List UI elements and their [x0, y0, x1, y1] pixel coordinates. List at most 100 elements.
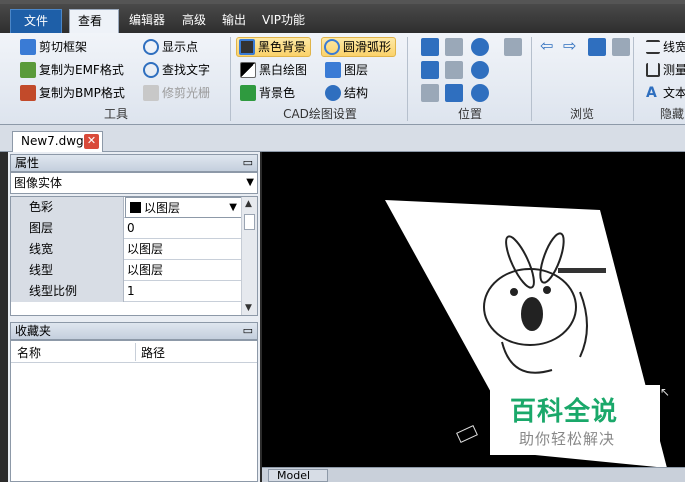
black-background-icon: [239, 39, 255, 55]
title-bar-strip: [0, 0, 685, 4]
3d-orbit-icon[interactable]: [421, 84, 439, 102]
hide-group: 线宽 测量 A 文本 隐藏: [634, 33, 685, 125]
scissors-icon: [20, 39, 36, 55]
zoom-window-icon[interactable]: [445, 38, 463, 56]
layers-label: 图层: [344, 63, 369, 77]
copy-bmp-label: 复制为BMP格式: [39, 86, 125, 100]
find-text-button[interactable]: 查找文字: [143, 60, 210, 80]
property-value: 以图层: [127, 242, 164, 256]
document-tab[interactable]: New7.dwg ✕: [12, 131, 103, 152]
show-point-button[interactable]: 显示点: [143, 37, 198, 57]
pin-icon[interactable]: ▭: [243, 155, 253, 171]
trim-icon: [143, 85, 159, 101]
entity-type-select[interactable]: 图像实体 ▼: [10, 172, 258, 194]
watermark-brand: 百科全说: [510, 397, 619, 427]
zoom-extents-icon[interactable]: [421, 61, 439, 79]
property-row-color[interactable]: 色彩 以图层 ▼: [11, 197, 242, 218]
refresh-view-icon[interactable]: [445, 84, 463, 102]
ribbon-separator: [230, 37, 231, 121]
tab-advanced[interactable]: 高级: [174, 9, 214, 33]
property-row-layer[interactable]: 图层 0: [11, 218, 242, 239]
zoom-in-icon[interactable]: [471, 38, 489, 56]
copy-bmp-button[interactable]: 复制为BMP格式: [20, 83, 125, 103]
chevron-down-icon: ▼: [246, 177, 254, 188]
structure-label: 结构: [344, 86, 369, 100]
scroll-thumb[interactable]: [244, 214, 255, 230]
text-button[interactable]: A 文本: [646, 83, 685, 103]
tab-output[interactable]: 输出: [214, 9, 254, 33]
arrow-left-icon[interactable]: ⇦: [540, 37, 553, 55]
column-header-path[interactable]: 路径: [141, 344, 165, 361]
properties-title: 属性: [15, 156, 40, 170]
browse-disabled-icon[interactable]: [612, 38, 630, 56]
scroll-up-icon[interactable]: ▲: [245, 199, 252, 209]
bw-drawing-button[interactable]: 黑白绘图: [240, 60, 307, 80]
copy-emf-button[interactable]: 复制为EMF格式: [20, 60, 124, 80]
property-row-linetype-scale[interactable]: 线型比例 1: [11, 281, 242, 302]
pan-hand-icon[interactable]: [504, 38, 522, 56]
bw-drawing-label: 黑白绘图: [259, 63, 308, 77]
position-group: 位置: [408, 33, 532, 125]
text-a-icon: A: [646, 85, 657, 101]
zoom-out-icon[interactable]: [471, 61, 489, 79]
pin-icon[interactable]: ▭: [243, 323, 253, 339]
cube-marker: [456, 425, 478, 443]
structure-icon: [325, 85, 341, 101]
property-row-linewidth[interactable]: 线宽 以图层: [11, 239, 242, 260]
cad-viewer-window: 文件 查看器 编辑器 高级 输出 VIP功能 剪切框架 复制为EMF格式 复制为…: [0, 0, 685, 482]
find-text-label: 查找文字: [162, 63, 211, 77]
column-divider[interactable]: [135, 343, 136, 361]
linewidth-button[interactable]: 线宽: [646, 37, 685, 57]
browse-group: ⇦ ⇨ 浏览: [532, 33, 632, 125]
property-key: 色彩: [11, 197, 124, 218]
properties-scrollbar[interactable]: ▲ ▼: [241, 197, 257, 315]
tab-viewer[interactable]: 查看器: [69, 9, 119, 50]
close-icon[interactable]: ✕: [84, 134, 99, 149]
property-key: 线型比例: [11, 281, 124, 302]
measure-button[interactable]: 测量: [646, 60, 685, 80]
emf-icon: [20, 62, 36, 78]
layers-icon: [325, 62, 341, 78]
cad-settings-group: 黑色背景 圆滑弧形 黑白绘图 图层 背景色 结构 CAD绘图设置: [232, 33, 408, 125]
model-layout-tab[interactable]: Model: [268, 469, 328, 482]
cut-frame-label: 剪切框架: [39, 40, 88, 54]
black-background-button[interactable]: 黑色背景: [236, 37, 312, 57]
tab-file[interactable]: 文件: [10, 9, 62, 33]
column-header-name[interactable]: 名称: [17, 344, 41, 361]
document-tab-strip: New7.dwg ✕: [0, 125, 685, 152]
layers-button[interactable]: 图层: [325, 60, 368, 80]
browse-group-title: 浏览: [569, 107, 594, 121]
property-row-linetype[interactable]: 线型 以图层: [11, 260, 242, 281]
fit-icon[interactable]: [421, 38, 439, 56]
bmp-icon: [20, 85, 36, 101]
arrow-right-icon[interactable]: ⇨: [563, 37, 576, 55]
linewidth-icon: [646, 40, 660, 54]
favorites-list[interactable]: 名称 路径: [10, 340, 258, 482]
tab-editor[interactable]: 编辑器: [121, 9, 173, 33]
crosshair-icon: [143, 39, 159, 55]
cursor-glyph: ↖: [660, 385, 670, 399]
globe-icon[interactable]: [471, 84, 489, 102]
watermark-slogan: 助你轻松解决: [519, 430, 616, 448]
structure-button[interactable]: 结构: [325, 83, 368, 103]
find-text-icon: [143, 62, 159, 78]
color-value-select[interactable]: 以图层 ▼: [125, 197, 242, 218]
black-background-label: 黑色背景: [258, 40, 307, 54]
property-value: 0: [127, 221, 135, 235]
smooth-arc-button[interactable]: 圆滑弧形: [321, 37, 397, 57]
property-value: 以图层: [144, 201, 181, 215]
cut-frame-button[interactable]: 剪切框架: [20, 37, 87, 57]
cad-settings-group-title: CAD绘图设置: [283, 107, 357, 121]
tab-vip[interactable]: VIP功能: [254, 9, 313, 33]
tools-group: 剪切框架 复制为EMF格式 复制为BMP格式 显示点 查找文字 修剪光栅 工具: [0, 33, 232, 125]
browse-nav-icon[interactable]: [588, 38, 606, 56]
trim-raster-button[interactable]: 修剪光栅: [143, 83, 210, 103]
black-white-icon: [240, 62, 256, 78]
zoom-fit-icon[interactable]: [445, 61, 463, 79]
text-label: 文本: [663, 86, 685, 100]
scroll-down-icon[interactable]: ▼: [245, 303, 252, 313]
chevron-down-icon: ▼: [229, 202, 237, 213]
sketch-caption: [558, 268, 606, 273]
favorites-header: 名称 路径: [11, 341, 257, 363]
background-color-button[interactable]: 背景色: [240, 83, 295, 103]
